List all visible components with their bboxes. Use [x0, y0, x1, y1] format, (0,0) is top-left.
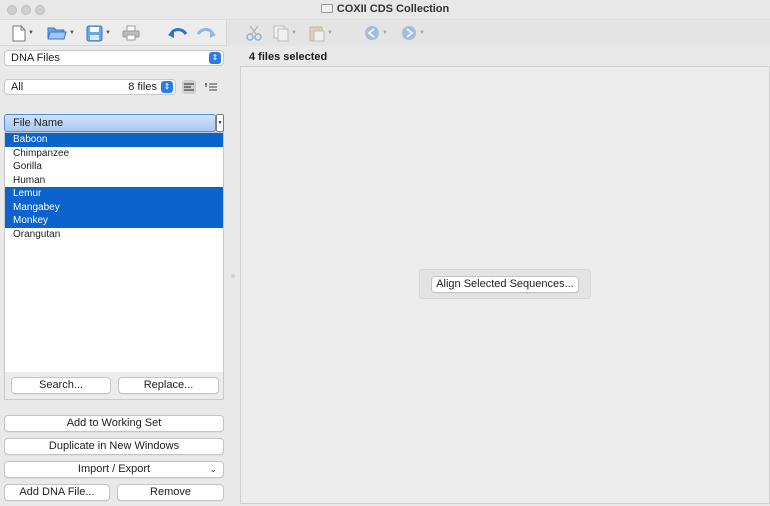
list-view-button[interactable]	[182, 80, 196, 94]
chevron-down-icon: ⌄	[209, 464, 217, 474]
file-name: Baboon	[13, 134, 48, 145]
paste-button[interactable]: ▼	[309, 23, 333, 43]
select-stepper-icon: ⇕	[209, 52, 221, 64]
list-item[interactable]: Lemur	[5, 187, 223, 201]
file-name-column-header[interactable]: File Name	[4, 114, 216, 132]
filter-value: All	[11, 81, 24, 93]
file-count: 8 files	[128, 81, 157, 93]
filter-select[interactable]: All 8 files ⇕	[4, 79, 176, 95]
list-item[interactable]: Mangabey	[5, 200, 223, 214]
undo-icon	[168, 28, 188, 38]
chevron-down-icon: ▼	[28, 30, 34, 36]
new-document-icon	[12, 25, 26, 41]
replace-button[interactable]: Replace...	[118, 377, 219, 394]
file-name: Chimpanzee	[13, 147, 70, 159]
align-button-container: Align Selected Sequences...	[419, 269, 591, 299]
chevron-down-icon: ▼	[419, 30, 425, 36]
list-item[interactable]: Chimpanzee	[5, 147, 223, 161]
print-button[interactable]	[122, 23, 140, 43]
file-type-select[interactable]: DNA Files ⇕	[4, 50, 224, 66]
chevron-down-icon: ▼	[69, 30, 75, 36]
undo-button[interactable]	[168, 23, 188, 43]
file-name: Monkey	[13, 215, 49, 226]
list-item[interactable]: Human	[5, 174, 223, 188]
redo-button[interactable]	[196, 23, 216, 43]
forward-button[interactable]: ▼	[401, 23, 425, 43]
window-title: COXII CDS Collection	[336, 3, 450, 15]
paste-icon	[309, 26, 325, 41]
title-bar: COXII CDS Collection	[0, 0, 770, 20]
remove-button[interactable]: Remove	[117, 484, 224, 501]
main-panel: 4 files selected Align Selected Sequence…	[238, 46, 770, 506]
list-item[interactable]: Monkey	[5, 214, 223, 228]
search-button[interactable]: Search...	[11, 377, 111, 394]
file-name: Gorilla	[13, 161, 42, 172]
import-export-menu-button[interactable]: Import / Export ⌄	[4, 461, 224, 478]
file-list: Baboon Chimpanzee Gorilla Human Lemur Ma…	[4, 132, 224, 400]
column-header-label: File Name	[13, 117, 64, 129]
cut-icon	[246, 25, 262, 41]
selection-status-header: 4 files selected	[238, 46, 770, 66]
file-type-value: DNA Files	[11, 52, 60, 64]
add-to-working-set-button[interactable]: Add to Working Set	[4, 415, 224, 432]
list-item[interactable]: Baboon	[5, 133, 223, 147]
chevron-down-icon: ▼	[291, 30, 297, 36]
import-export-label: Import / Export	[77, 463, 151, 475]
toolbar: ▼ ▼ ▼ ▼ ▼ ▼ ▼	[0, 20, 770, 46]
print-icon	[122, 25, 140, 41]
toolbar-file-group: ▼ ▼ ▼	[0, 20, 226, 46]
sort-view-button[interactable]	[204, 80, 218, 94]
select-stepper-icon: ⇕	[161, 81, 173, 93]
chevron-down-icon: ▼	[382, 30, 388, 36]
chevron-down-icon: ▼	[217, 120, 223, 126]
copy-icon	[273, 25, 289, 41]
document-icon	[320, 4, 333, 13]
splitter-handle[interactable]	[231, 274, 235, 278]
file-name: Mangabey	[13, 201, 60, 213]
list-item[interactable]: Gorilla	[5, 160, 223, 174]
list-view-icon	[184, 82, 194, 91]
search-replace-bar: Search... Replace...	[4, 372, 224, 400]
file-name: Orangutan	[13, 228, 61, 240]
chevron-down-icon: ▼	[105, 30, 111, 36]
back-icon	[365, 26, 379, 40]
redo-icon	[196, 28, 216, 38]
duplicate-new-windows-button[interactable]: Duplicate in New Windows	[4, 438, 224, 455]
chevron-down-icon: ▼	[327, 30, 333, 36]
save-button[interactable]: ▼	[86, 23, 111, 43]
open-button[interactable]: ▼	[47, 23, 75, 43]
copy-button[interactable]: ▼	[273, 23, 297, 43]
list-item[interactable]: Orangutan	[5, 228, 223, 242]
open-folder-icon	[47, 27, 67, 40]
save-icon	[86, 25, 103, 41]
toolbar-edit-group: ▼ ▼ ▼ ▼	[226, 20, 770, 46]
new-document-button[interactable]: ▼	[12, 23, 34, 43]
forward-icon	[402, 26, 416, 40]
main-content-area: Align Selected Sequences...	[240, 66, 770, 504]
file-name: Lemur	[13, 188, 42, 199]
back-button[interactable]: ▼	[364, 23, 388, 43]
cut-button[interactable]	[246, 23, 262, 43]
column-menu-button[interactable]: ▼	[216, 114, 224, 132]
sidebar: DNA Files ⇕ All 8 files ⇕ File Name ▼ Ba…	[0, 46, 230, 506]
align-selected-sequences-button[interactable]: Align Selected Sequences...	[431, 276, 579, 293]
file-name: Human	[13, 174, 46, 186]
window-title-container: COXII CDS Collection	[0, 3, 770, 15]
sort-list-icon	[205, 82, 217, 91]
add-dna-file-button[interactable]: Add DNA File...	[4, 484, 110, 501]
